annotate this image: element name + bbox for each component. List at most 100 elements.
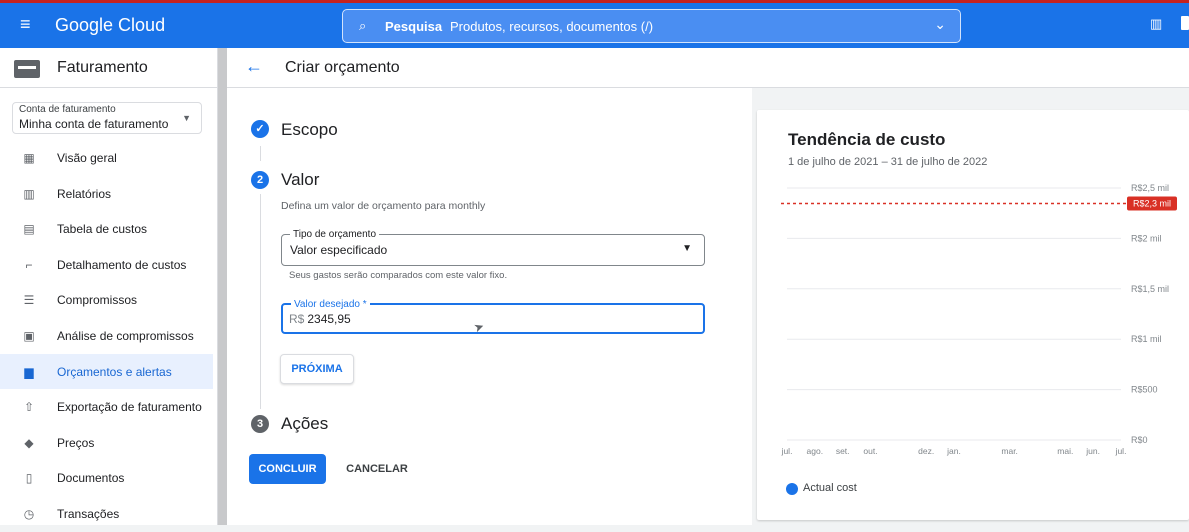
billing-sidebar: Faturamento Conta de faturamento Minha c… [0, 48, 218, 525]
cost-trend-card: Tendência de custo 1 de julho de 2021 – … [757, 110, 1189, 520]
currency-prefix: R$ [289, 312, 305, 326]
search-icon: ⌕ [359, 18, 367, 33]
page-header: ← Criar orçamento [227, 48, 1189, 88]
dropdown-arrow-icon: ▼ [682, 243, 692, 254]
budget-threshold-label: R$2,3 mil [1133, 199, 1171, 209]
y-tick-label: R$500 [1131, 385, 1158, 395]
sidebar-item-label: Exportação de faturamento [57, 400, 202, 415]
x-tick-label: jul. [781, 446, 793, 456]
upload-icon: ⇧ [23, 400, 35, 415]
sidebar-header: Faturamento [0, 48, 218, 88]
sidebar-item-label: Relatórios [57, 186, 112, 201]
clock-icon: ◷ [23, 506, 35, 521]
x-tick-label: mai. [1057, 446, 1073, 456]
next-button[interactable]: PRÓXIMA [280, 354, 354, 384]
sidebar-item-billing-export[interactable]: ⇧ Exportação de faturamento [0, 389, 213, 425]
search-label: Pesquisa [385, 19, 443, 34]
cancel-button[interactable]: CANCELAR [337, 454, 417, 484]
step-actions-title[interactable]: Ações [281, 414, 328, 434]
step-number-icon: 2 [251, 171, 269, 189]
x-tick-label: jul. [1115, 446, 1127, 456]
x-tick-label: ago. [807, 446, 824, 456]
breakdown-icon: ⌐ [25, 257, 33, 272]
budget-value-helper: Defina um valor de orçamento para monthl… [281, 200, 486, 212]
x-tick-label: set. [836, 446, 850, 456]
sidebar-item-label: Análise de compromissos [57, 328, 194, 343]
billing-navigation: ▦ Visão geral ▥ Relatórios ▤ Tabela de cust… [0, 140, 213, 532]
tag-icon: ◆ [24, 435, 34, 450]
gift-icon[interactable]: ▥ [1150, 16, 1164, 31]
sidebar-item-label: Documentos [57, 471, 125, 486]
sidebar-item-label: Transações [57, 506, 120, 521]
budget-icon: ▆ [24, 364, 34, 379]
sidebar-item-reports[interactable]: ▥ Relatórios [0, 176, 213, 212]
chevron-down-icon: ▼ [182, 113, 191, 123]
sidebar-item-label: Tabela de custos [57, 222, 148, 237]
search-bar[interactable]: ⌕ Pesquisa Produtos, recursos, documento… [342, 9, 961, 43]
check-icon: ✓ [251, 120, 269, 138]
page-title: Criar orçamento [285, 59, 400, 76]
table-icon: ▤ [23, 222, 35, 237]
step-value-title: Valor [281, 170, 320, 189]
sidebar-title: Faturamento [57, 59, 148, 76]
chevron-down-icon[interactable]: ⌄ [934, 16, 946, 33]
sidebar-item-documents[interactable]: ▯ Documentos [0, 460, 213, 496]
menu-icon[interactable]: ≡ [20, 15, 38, 33]
target-amount-label: Valor desejado * [291, 299, 370, 310]
y-tick-label: R$2,5 mil [1131, 183, 1169, 193]
budget-type-helper: Seus gastos serão comparados com este va… [289, 270, 508, 281]
top-bar: ≡ Google Cloud ⌕ Pesquisa Produtos, recu… [0, 0, 1189, 48]
cost-trend-chart: R$0 R$500 R$1 mil R$1,5 mil R$2 mil R$2,5 mil… [781, 183, 1177, 456]
sidebar-item-overview[interactable]: ▦ Visão geral [0, 140, 213, 176]
analysis-icon: ▣ [23, 328, 35, 343]
step-connector [260, 146, 261, 161]
chart-title: Tendência de custo [788, 130, 946, 149]
y-tick-label: R$0 [1131, 435, 1148, 445]
y-tick-label: R$2 mil [1131, 233, 1162, 243]
x-tick-label: dez. [918, 446, 934, 456]
x-tick-label: jun. [1085, 446, 1100, 456]
y-tick-label: R$1 mil [1131, 334, 1162, 344]
budget-type-select[interactable]: Tipo de orçamento Valor especificado ▼ [281, 229, 705, 266]
sidebar-item-label: Compromissos [57, 293, 138, 308]
x-tick-label: jan. [946, 446, 961, 456]
sidebar-item-label: Visão geral [57, 151, 117, 165]
step-scope-title[interactable]: Escopo [281, 120, 338, 140]
sidebar-item-cost-breakdown[interactable]: ⌐ Detalhamento de custos [0, 247, 213, 283]
x-tick-label: mar. [1001, 446, 1018, 456]
list-icon: ☰ [23, 293, 35, 308]
brand-logo[interactable]: Google Cloud [55, 15, 165, 36]
actual-cost-legend-label: Actual cost [803, 482, 857, 494]
bar-chart-icon: ▥ [23, 186, 35, 201]
sidebar-item-transactions[interactable]: ◷ Transações [0, 496, 213, 532]
x-tick-label: out. [863, 446, 877, 456]
sidebar-scrollbar[interactable] [218, 48, 227, 525]
finish-button[interactable]: CONCLUIR [249, 454, 326, 484]
y-tick-label: R$1,5 mil [1131, 284, 1169, 294]
sidebar-item-commitments[interactable]: ☰ Compromissos [0, 282, 213, 318]
search-placeholder: Produtos, recursos, documentos (/) [450, 19, 654, 34]
sidebar-item-commitment-analysis[interactable]: ▣ Análise de compromissos [0, 318, 213, 354]
sidebar-item-pricing[interactable]: ◆ Preços [0, 425, 213, 461]
sidebar-item-label: Preços [57, 435, 95, 450]
sidebar-item-budgets-alerts[interactable]: ▆ Orçamentos e alertas [0, 353, 213, 390]
budget-type-value: Valor especificado [290, 243, 388, 257]
step-connector [260, 194, 261, 409]
back-arrow-icon[interactable]: ← [245, 56, 263, 77]
billing-account-label: Conta de faturamento [19, 104, 116, 115]
budget-form: ✓ Escopo 2 Valor Defina um valor de orça… [227, 88, 752, 525]
sidebar-item-cost-table[interactable]: ▤ Tabela de custos [0, 211, 213, 247]
target-amount-field[interactable]: Valor desejado * R$ 2345,95 [281, 299, 705, 334]
grid-icon: ▦ [23, 151, 35, 165]
billing-account-select[interactable]: Conta de faturamento Minha conta de fatu… [12, 102, 202, 134]
chart-date-range: 1 de julho de 2021 – 31 de julho de 2022 [788, 156, 988, 168]
notification-icon[interactable] [1181, 16, 1189, 30]
budget-type-label: Tipo de orçamento [290, 229, 380, 240]
document-icon: ▯ [25, 471, 33, 486]
sidebar-item-label: Orçamentos e alertas [57, 364, 172, 379]
step-number-icon: 3 [251, 415, 269, 433]
target-amount-value[interactable]: 2345,95 [307, 312, 350, 326]
sidebar-item-label: Detalhamento de custos [57, 257, 187, 272]
actual-cost-legend-dot [786, 483, 798, 495]
billing-card-icon [14, 60, 40, 78]
